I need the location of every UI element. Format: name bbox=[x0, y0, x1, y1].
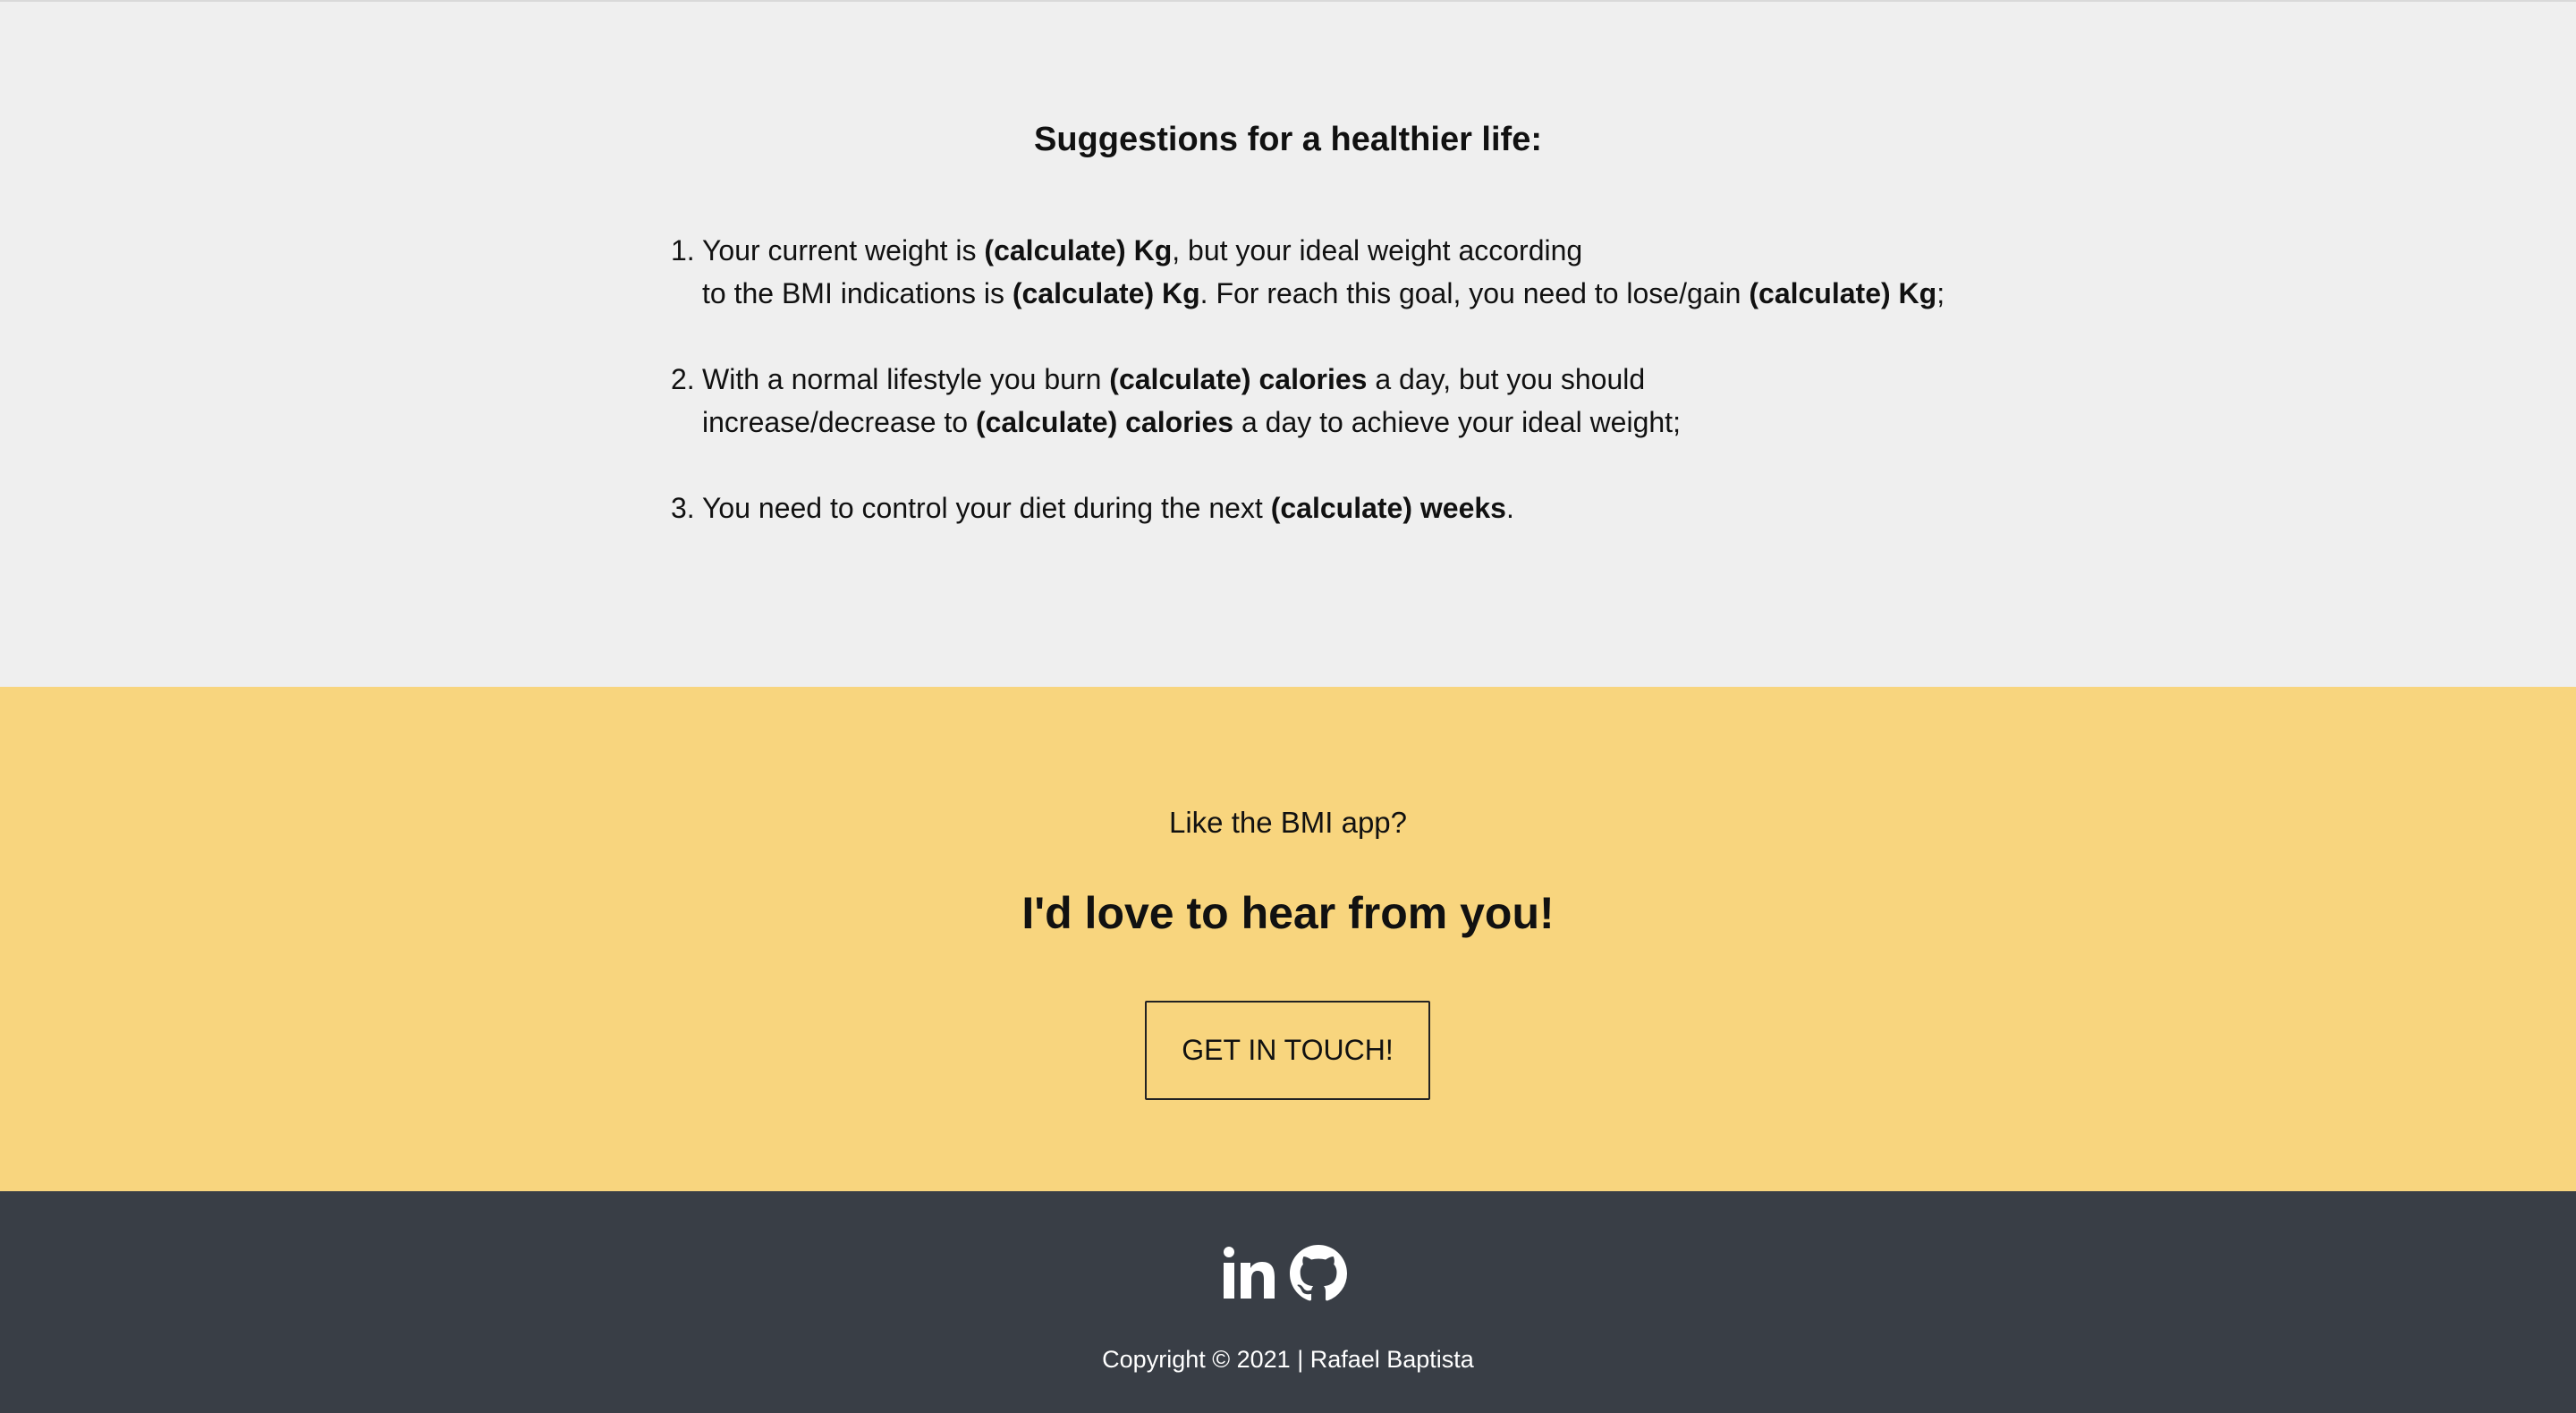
footer: Copyright © 2021 | Rafael Baptista bbox=[0, 1191, 2576, 1413]
cta-question: Like the BMI app? bbox=[1169, 806, 1407, 839]
suggestions-list: 1. Your current weight is (calculate) Kg… bbox=[658, 229, 2000, 572]
suggestion-text-segment: , but your ideal weight according bbox=[1172, 234, 1583, 267]
linkedin-icon bbox=[1222, 1246, 1277, 1305]
suggestion-text: With a normal lifestyle you burn (calcul… bbox=[702, 363, 1681, 438]
suggestion-text-segment: . For reach this goal, you need to lose/… bbox=[1199, 277, 1750, 309]
linkedin-link[interactable] bbox=[1222, 1246, 1277, 1306]
suggestion-text-segment: a day, but you should bbox=[1367, 363, 1646, 395]
suggestion-text-segment: to the BMI indications is bbox=[702, 277, 1013, 309]
suggestion-item-1: 1. Your current weight is (calculate) Kg… bbox=[658, 229, 2000, 315]
github-link[interactable] bbox=[1290, 1244, 1347, 1307]
bmi-page: Suggestions for a healthier life: 1. You… bbox=[0, 0, 2576, 1413]
calculated-value: (calculate) Kg bbox=[1012, 277, 1200, 309]
suggestion-text: You need to control your diet during the… bbox=[702, 492, 1514, 524]
copyright-text: Copyright © 2021 | Rafael Baptista bbox=[1102, 1346, 1474, 1373]
suggestion-item-2: 2. With a normal lifestyle you burn (cal… bbox=[658, 358, 2000, 444]
suggestion-text-segment: Your current weight is bbox=[702, 234, 985, 267]
suggestion-number: 1. bbox=[671, 234, 695, 267]
suggestion-item-3: 3. You need to control your diet during … bbox=[658, 487, 2000, 529]
suggestion-text-segment: a day to achieve your ideal weight; bbox=[1233, 406, 1681, 438]
suggestion-text-segment: increase/decrease to bbox=[702, 406, 976, 438]
get-in-touch-button[interactable]: GET IN TOUCH! bbox=[1145, 1001, 1430, 1100]
suggestions-section: Suggestions for a healthier life: 1. You… bbox=[0, 2, 2576, 687]
suggestion-number: 2. bbox=[671, 363, 695, 395]
cta-heading: I'd love to hear from you! bbox=[1021, 888, 1555, 938]
calculated-value: (calculate) calories bbox=[1109, 363, 1368, 395]
suggestion-text-segment: You need to control your diet during the… bbox=[702, 492, 1271, 524]
calculated-value: (calculate) Kg bbox=[984, 234, 1173, 267]
suggestion-text-segment: With a normal lifestyle you burn bbox=[702, 363, 1110, 395]
suggestion-text-segment: . bbox=[1505, 492, 1514, 524]
calculated-value: (calculate) Kg bbox=[1749, 277, 1937, 309]
suggestion-text-segment: ; bbox=[1936, 277, 1945, 309]
calculated-value: (calculate) weeks bbox=[1270, 492, 1506, 524]
social-links bbox=[1222, 1243, 1347, 1307]
contact-cta-section: Like the BMI app? I'd love to hear from … bbox=[0, 687, 2576, 1191]
calculated-value: (calculate) calories bbox=[975, 406, 1234, 438]
suggestion-number: 3. bbox=[671, 492, 695, 524]
suggestion-text: Your current weight is (calculate) Kg, b… bbox=[702, 234, 1945, 309]
github-icon bbox=[1290, 1244, 1347, 1306]
suggestions-title: Suggestions for a healthier life: bbox=[1034, 121, 1542, 158]
